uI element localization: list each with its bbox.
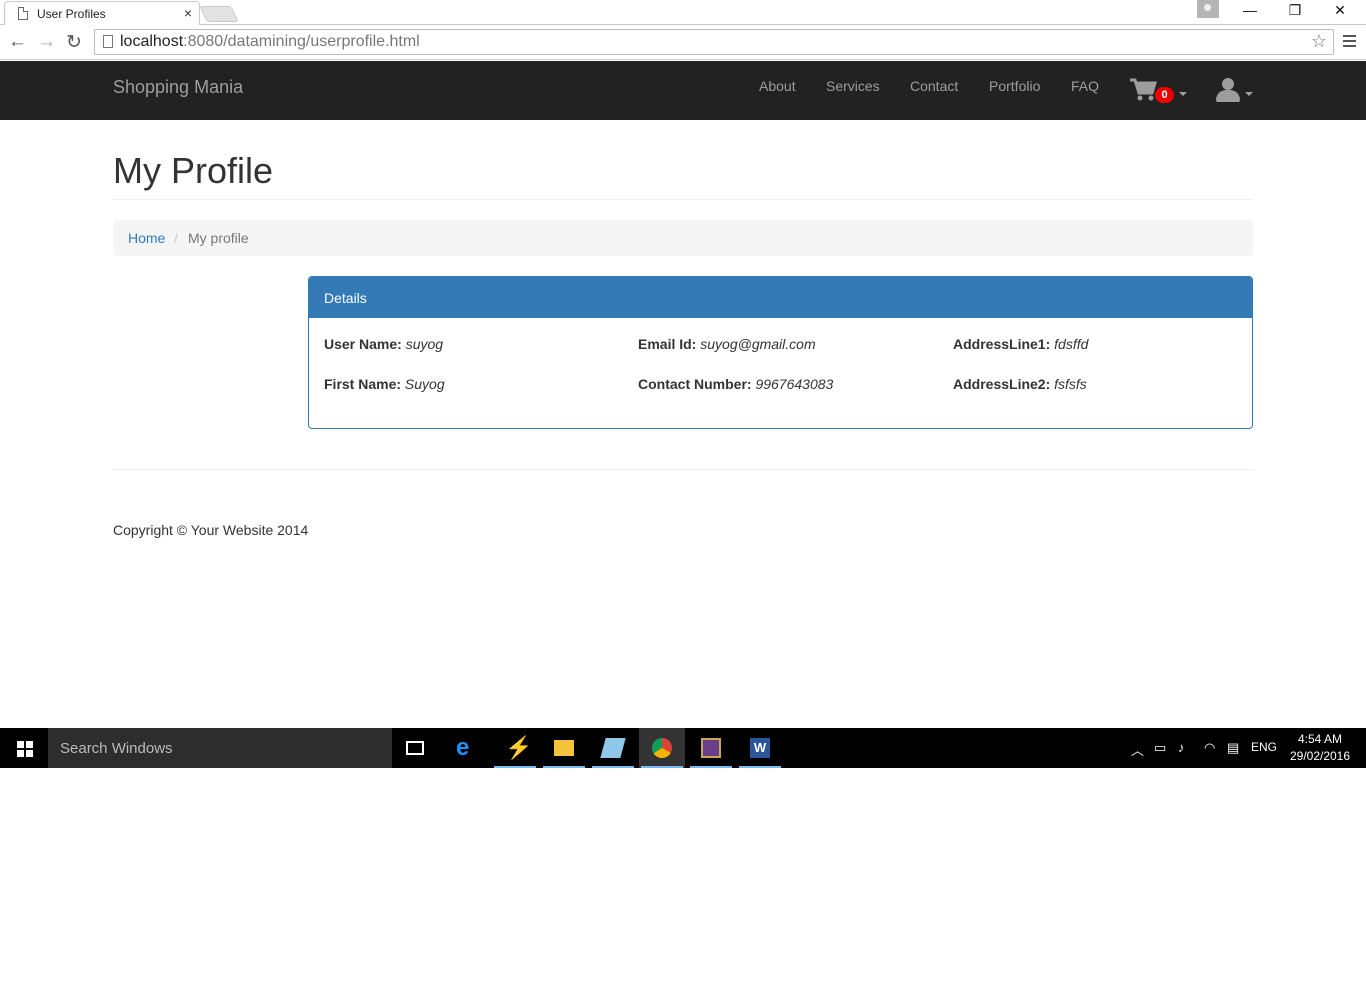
field-address-line1: AddressLine1: fdsffd: [953, 336, 1089, 352]
windows-start-icon[interactable]: [17, 741, 33, 757]
bookmark-star-icon[interactable]: ☆: [1311, 31, 1327, 52]
clock-time: 4:54 AM: [1297, 732, 1343, 746]
browser-profile-icon[interactable]: [1197, 0, 1219, 18]
field-first-name: First Name: Suyog: [324, 376, 445, 392]
nav-link-about[interactable]: About: [759, 78, 796, 94]
back-button[interactable]: ←: [8, 31, 27, 53]
nav-link-portfolio[interactable]: Portfolio: [989, 78, 1040, 94]
field-user-name: User Name: suyog: [324, 336, 444, 352]
taskbar-search-box[interactable]: Search Windows: [48, 728, 392, 768]
footer-copyright: Copyright © Your Website 2014: [113, 522, 309, 538]
close-window-button[interactable]: ✕: [1320, 2, 1360, 19]
nav-link-faq[interactable]: FAQ: [1071, 78, 1099, 94]
file-explorer-icon[interactable]: [541, 728, 587, 768]
battery-icon[interactable]: ▭: [1154, 740, 1166, 756]
divider: [113, 199, 1253, 200]
user-icon: [1222, 78, 1234, 90]
field-address-line2: AddressLine2: fsfsfs: [953, 376, 1087, 392]
cart-icon: [1130, 78, 1158, 101]
site-navbar: Shopping Mania About Services Contact Po…: [0, 61, 1366, 120]
edge-browser-icon[interactable]: e: [443, 728, 489, 768]
page-title: My Profile: [113, 150, 274, 191]
details-panel: Details User Name: suyog Email Id: suyog…: [308, 276, 1253, 429]
wifi-icon[interactable]: ◠: [1204, 740, 1215, 756]
user-menu-dropdown[interactable]: [1216, 78, 1253, 102]
browser-toolbar: ← → ↻ localhost:8080/datamining/userprof…: [0, 25, 1366, 60]
lightning-app-icon[interactable]: ⚡: [492, 728, 538, 768]
game-app-icon[interactable]: [688, 728, 734, 768]
footer-divider: [113, 469, 1253, 470]
breadcrumb-current: My profile: [188, 230, 249, 246]
breadcrumb-home-link[interactable]: Home: [128, 230, 165, 246]
field-contact-number: Contact Number: 9967643083: [638, 376, 834, 392]
cart-dropdown[interactable]: 0: [1130, 78, 1190, 108]
restore-button[interactable]: ❐: [1275, 2, 1315, 19]
chevron-down-icon: [1245, 92, 1253, 96]
notifications-icon[interactable]: ▤: [1227, 740, 1239, 756]
browser-tab[interactable]: User Profiles ×: [4, 1, 200, 26]
field-email: Email Id: suyog@gmail.com: [638, 336, 816, 352]
chevron-down-icon: [1179, 92, 1187, 96]
address-bar[interactable]: localhost:8080/datamining/userprofile.ht…: [94, 29, 1334, 55]
panel-heading: Details: [309, 277, 1252, 318]
cart-count-badge: 0: [1155, 87, 1174, 103]
forward-button[interactable]: →: [37, 31, 56, 53]
volume-icon[interactable]: ♪: [1178, 740, 1185, 755]
tab-title: User Profiles: [37, 7, 106, 21]
brand-link[interactable]: Shopping Mania: [113, 77, 243, 98]
nav-link-contact[interactable]: Contact: [910, 78, 958, 94]
word-app-icon[interactable]: W: [737, 728, 783, 768]
browser-menu-button[interactable]: [1343, 35, 1356, 47]
panel-title: Details: [324, 290, 367, 306]
windows-taskbar: Search Windows e ⚡ W ︿ ▭ ♪ ◠ ▤ ENG 4:54 …: [0, 728, 1366, 768]
breadcrumb: Home / My profile: [113, 220, 1253, 256]
search-placeholder: Search Windows: [60, 740, 173, 757]
page-info-icon[interactable]: [103, 35, 113, 48]
url-text[interactable]: localhost:8080/datamining/userprofile.ht…: [120, 33, 420, 51]
show-hidden-icons-chevron-up-icon[interactable]: ︿: [1131, 740, 1144, 759]
new-tab-button[interactable]: [199, 6, 239, 22]
language-indicator[interactable]: ENG: [1251, 740, 1277, 754]
minimize-button[interactable]: —: [1230, 2, 1270, 18]
taskbar-clock[interactable]: 4:54 AM 29/02/2016: [1288, 731, 1352, 765]
page-icon: [18, 7, 28, 20]
chrome-browser-icon[interactable]: [639, 728, 685, 768]
tab-close-icon[interactable]: ×: [184, 5, 192, 21]
task-view-icon[interactable]: [393, 728, 439, 768]
browser-tabstrip: User Profiles × — ❐ ✕: [0, 0, 1366, 26]
reload-button[interactable]: ↻: [66, 31, 82, 54]
breadcrumb-separator: /: [174, 230, 178, 246]
notes-app-icon[interactable]: [590, 728, 636, 768]
clock-date: 29/02/2016: [1289, 749, 1351, 763]
nav-link-services[interactable]: Services: [826, 78, 880, 94]
